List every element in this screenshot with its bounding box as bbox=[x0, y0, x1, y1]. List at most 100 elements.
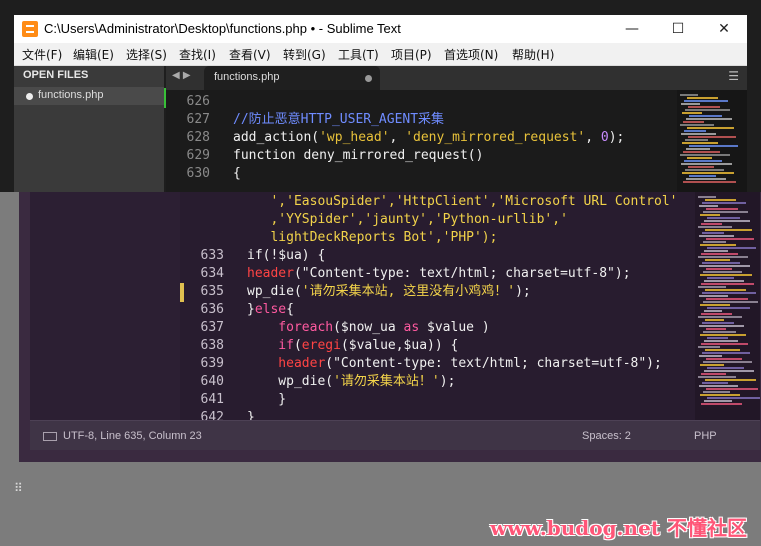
minimap-line bbox=[703, 301, 758, 303]
status-indentation[interactable]: Spaces: 2 bbox=[582, 430, 631, 442]
minimap-line bbox=[705, 319, 724, 321]
code-line[interactable]: 640 wp_die('请勿采集本站！'); bbox=[180, 373, 456, 391]
minimap-line bbox=[686, 118, 732, 120]
minimap-line bbox=[683, 151, 720, 153]
minimap-line bbox=[702, 262, 740, 264]
status-syntax[interactable]: PHP bbox=[694, 430, 717, 442]
menu-file[interactable]: 文件(F) bbox=[22, 46, 62, 63]
minimap-line bbox=[701, 403, 742, 405]
unsaved-dot-icon bbox=[26, 93, 33, 100]
code-line[interactable]: 641 } bbox=[180, 391, 287, 409]
menu-goto[interactable]: 转到(G) bbox=[283, 46, 326, 63]
tab-functions-php[interactable]: functions.php bbox=[204, 66, 380, 90]
minimap-line bbox=[706, 238, 754, 240]
code-line[interactable]: 629 function deny_mirrored_request() bbox=[166, 147, 484, 165]
minimap-line bbox=[686, 148, 710, 150]
code-token: function deny_mirrored_request() bbox=[233, 148, 484, 163]
tab-dirty-dot-icon[interactable] bbox=[365, 75, 372, 82]
tab-bar: ◀ ▶ functions.php ☰ bbox=[166, 66, 747, 90]
minimap-line bbox=[689, 115, 722, 117]
tab-nav-arrows-icon[interactable]: ◀ ▶ bbox=[172, 70, 191, 81]
code-line[interactable]: 634 header("Content-type: text/html; char… bbox=[180, 265, 631, 283]
minimap-line bbox=[706, 208, 738, 210]
menu-edit[interactable]: 编辑(E) bbox=[73, 46, 114, 63]
minimap-line bbox=[705, 289, 746, 291]
minimap-line bbox=[685, 169, 724, 171]
code-token: '请勿采集本站！' bbox=[333, 374, 440, 389]
minimap-line bbox=[681, 133, 716, 135]
minimap-line bbox=[701, 373, 726, 375]
minimap-line bbox=[688, 166, 714, 168]
code-line[interactable]: ,'YYSpider','jaunty','Python-urllib',' bbox=[180, 211, 567, 229]
minimap-line bbox=[689, 175, 716, 177]
code-token: foreach bbox=[247, 320, 334, 335]
tab-label: functions.php bbox=[214, 71, 280, 83]
minimap-line bbox=[705, 379, 756, 381]
minimap-line bbox=[700, 274, 752, 276]
minimap-line bbox=[700, 214, 720, 216]
line-number: 633 bbox=[200, 248, 224, 263]
open-files-header: OPEN FILES bbox=[23, 69, 89, 81]
line-number: 639 bbox=[200, 356, 224, 371]
code-line[interactable]: 630 { bbox=[166, 165, 241, 183]
minimap-line bbox=[698, 346, 720, 348]
minimap-line bbox=[699, 265, 750, 267]
minimize-button[interactable]: — bbox=[609, 15, 655, 43]
code-line[interactable]: 626 bbox=[166, 93, 233, 111]
menu-project[interactable]: 项目(P) bbox=[391, 46, 432, 63]
minimap-line bbox=[698, 196, 716, 198]
code-token: else bbox=[254, 302, 287, 317]
panel-toggle-icon[interactable] bbox=[43, 432, 57, 441]
minimap-line bbox=[704, 250, 728, 252]
minimap-line bbox=[704, 220, 750, 222]
minimap-front[interactable] bbox=[695, 192, 760, 420]
code-line[interactable]: ','EasouSpider','HttpClient','Microsoft … bbox=[180, 193, 677, 211]
minimap-line bbox=[706, 268, 732, 270]
code-line[interactable]: 628 add_action('wp_head', 'deny_mirrored_… bbox=[166, 129, 625, 147]
menu-view[interactable]: 查看(V) bbox=[229, 46, 271, 63]
code-line[interactable]: 636}else{ bbox=[180, 301, 294, 319]
code-line[interactable]: 627 //防止恶意HTTP_USER_AGENT采集 bbox=[166, 111, 445, 129]
code-line[interactable]: 633 if(!$ua) { bbox=[180, 247, 326, 265]
minimap-back[interactable] bbox=[677, 90, 747, 192]
minimap-line bbox=[704, 280, 744, 282]
code-line[interactable]: 639 header("Content-type: text/html; cha… bbox=[180, 355, 662, 373]
close-button[interactable]: ✕ bbox=[701, 15, 747, 43]
menu-help[interactable]: 帮助(H) bbox=[512, 46, 554, 63]
maximize-button[interactable]: ☐ bbox=[655, 15, 701, 43]
sidebar-file-item[interactable]: functions.php bbox=[14, 87, 164, 105]
code-line[interactable]: 642} bbox=[180, 409, 255, 420]
code-line[interactable]: 635 wp_die('请勿采集本站, 这里没有小鸡鸡！'); bbox=[180, 283, 531, 301]
menu-tools[interactable]: 工具(T) bbox=[338, 46, 379, 63]
minimap-line bbox=[706, 328, 726, 330]
minimap-line bbox=[704, 370, 754, 372]
code-token: ($now_ua bbox=[333, 320, 404, 335]
code-line[interactable]: lightDeckReports Bot','PHP'); bbox=[180, 229, 497, 247]
minimap-line bbox=[701, 223, 722, 225]
code-token: wp_die( bbox=[247, 374, 334, 389]
status-position: UTF-8, Line 635, Column 23 bbox=[63, 430, 202, 442]
minimap-line bbox=[701, 343, 748, 345]
code-line[interactable]: 637 foreach($now_ua as $value ) bbox=[180, 319, 490, 337]
tab-menu-icon[interactable]: ☰ bbox=[728, 69, 739, 83]
minimap-line bbox=[702, 322, 734, 324]
menu-preferences[interactable]: 首选项(N) bbox=[444, 46, 498, 63]
minimap-line bbox=[707, 277, 734, 279]
menu-find[interactable]: 查找(I) bbox=[179, 46, 216, 63]
minimap-line bbox=[698, 286, 726, 288]
line-number: 628 bbox=[186, 130, 210, 145]
code-line[interactable]: 638 if(eregi($value,$ua)) { bbox=[180, 337, 459, 355]
code-editor-back[interactable]: 626 627 //防止恶意HTTP_USER_AGENT采集 628 add_acti… bbox=[166, 90, 677, 192]
minimap-line bbox=[699, 235, 734, 237]
code-token: eregi bbox=[301, 338, 341, 353]
minimap-line bbox=[698, 376, 736, 378]
minimap-line bbox=[680, 154, 730, 156]
minimap-line bbox=[699, 385, 738, 387]
menu-selection[interactable]: 选择(S) bbox=[126, 46, 167, 63]
resize-grip-icon[interactable]: ⠿ bbox=[14, 481, 23, 495]
minimap-line bbox=[707, 367, 744, 369]
minimap-line bbox=[702, 352, 750, 354]
code-token: add_action( bbox=[233, 130, 320, 145]
code-editor-front[interactable]: ','EasouSpider','HttpClient','Microsoft … bbox=[180, 192, 695, 420]
minimap-line bbox=[705, 229, 752, 231]
